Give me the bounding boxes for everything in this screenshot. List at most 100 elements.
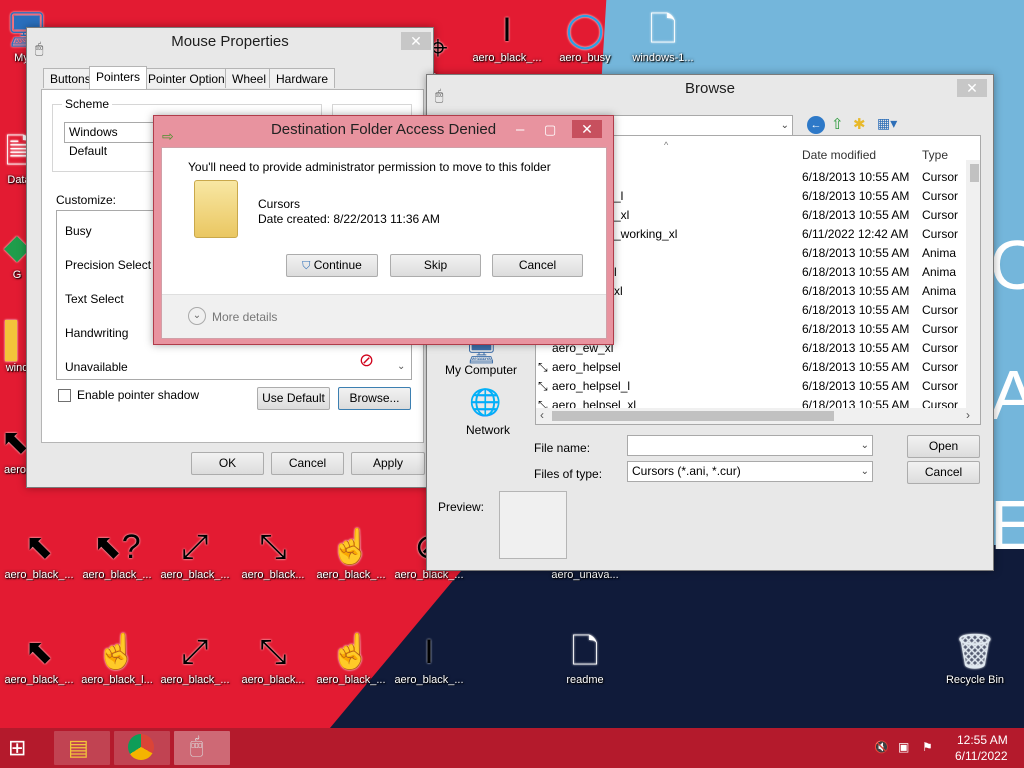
- taskbar-chrome[interactable]: [114, 731, 170, 765]
- customize-label: Customize:: [56, 193, 117, 207]
- desktop-icon-aero-person[interactable]: ☝ aero_black_...: [312, 525, 390, 581]
- chevron-down-icon: ⌄: [860, 440, 869, 451]
- scroll-right-icon[interactable]: ›: [966, 408, 970, 422]
- scroll-left-icon[interactable]: ‹: [540, 408, 544, 422]
- desktop-icon-aero-arrow-l[interactable]: ⬉ aero_black_...: [0, 630, 78, 686]
- chevron-down-icon[interactable]: ⌄: [188, 307, 206, 325]
- start-button[interactable]: ⊞: [8, 736, 26, 760]
- window-title: Browse: [684, 80, 736, 97]
- arrow-cursor-icon: ⬉: [24, 528, 54, 566]
- mouse-properties-titlebar[interactable]: 🖱 Mouse Properties ✕: [27, 28, 433, 56]
- desktop-icon-windows[interactable]: 🗋 windows-1...: [624, 8, 702, 64]
- desktop-icon-aero-busy[interactable]: ◯ aero_busy: [546, 8, 624, 64]
- file-row[interactable]: ⤡ aero_helpsel 6/18/2013 10:55 AM Cursor: [536, 358, 958, 377]
- cancel-button[interactable]: Cancel: [492, 254, 583, 277]
- desktop-icon-readme[interactable]: 🗋 readme: [546, 630, 624, 686]
- scheme-select[interactable]: Windows Default: [64, 122, 154, 158]
- sort-arrow-icon: ^: [664, 140, 669, 150]
- desktop-icon-aero-help[interactable]: ⬉? aero_black_...: [78, 525, 156, 581]
- list-item[interactable]: Busy: [65, 224, 92, 238]
- horizontal-scrollbar[interactable]: ‹ ›: [536, 408, 980, 424]
- desktop-icon-aero-beam[interactable]: I aero_black_...: [468, 8, 546, 64]
- pointer-shadow-checkbox[interactable]: [58, 389, 71, 402]
- close-icon[interactable]: ✕: [957, 79, 987, 97]
- scroll-thumb[interactable]: [970, 164, 979, 182]
- file-name-input[interactable]: ⌄: [627, 435, 873, 456]
- column-date-modified[interactable]: Date modified: [802, 148, 876, 162]
- tab-pointer-options[interactable]: Pointer Options: [141, 68, 238, 88]
- desktop-icon-aero-nwse[interactable]: ⤡ aero_black...: [234, 525, 312, 581]
- cursor-file-icon: ⤡: [538, 379, 548, 393]
- chrome-icon: [128, 734, 154, 760]
- places-my-computer[interactable]: My Computer: [445, 363, 517, 377]
- tab-hardware[interactable]: Hardware: [269, 68, 336, 88]
- volume-muted-icon[interactable]: 🔇: [874, 740, 889, 754]
- list-item[interactable]: Handwriting: [65, 326, 128, 340]
- skip-button[interactable]: Skip: [390, 254, 481, 277]
- files-of-type-label: Files of type:: [534, 467, 603, 481]
- more-details-link[interactable]: More details: [212, 310, 277, 324]
- folder-name: Cursors: [258, 197, 301, 211]
- desktop-icon-aero-beam-l[interactable]: I aero_black_...: [390, 630, 468, 686]
- pointer-shadow-label: Enable pointer shadow: [77, 388, 200, 402]
- close-icon[interactable]: ✕: [401, 32, 431, 50]
- apply-button[interactable]: Apply: [351, 452, 425, 475]
- cancel-button[interactable]: Cancel: [271, 452, 344, 475]
- desktop-icon-aero-pin[interactable]: ☝ aero_black_...: [312, 630, 390, 686]
- view-menu-icon[interactable]: ▦▾: [877, 115, 897, 132]
- chevron-down-icon: ⌄: [860, 466, 869, 477]
- mouse-icon: 🖱: [35, 40, 44, 56]
- file-row[interactable]: ⤡ aero_helpsel_l 6/18/2013 10:55 AM Cursor: [536, 377, 958, 396]
- desktop-icon-recycle-bin[interactable]: 🗑 Recycle Bin: [936, 630, 1014, 686]
- look-in-select[interactable]: ⌄: [613, 115, 793, 136]
- mouse-icon: 🖱: [435, 87, 444, 103]
- taskbar-mouse-properties[interactable]: 🖱: [174, 731, 230, 765]
- document-icon: 🗋: [571, 633, 599, 671]
- text-cursor-icon: I: [424, 633, 434, 671]
- action-center-icon[interactable]: ⚑: [922, 740, 933, 754]
- clock-time[interactable]: 12:55 AM: [957, 733, 1008, 747]
- hand-cursor-icon: ☝: [329, 528, 373, 566]
- unavailable-cursor-icon: ⊘: [359, 350, 375, 370]
- browse-button[interactable]: Browse...: [338, 387, 411, 410]
- desktop-icon-aero-link[interactable]: ☝ aero_black_l...: [78, 630, 156, 686]
- browse-titlebar[interactable]: 🖱 Browse ✕: [427, 75, 993, 103]
- cancel-button[interactable]: Cancel: [907, 461, 980, 484]
- back-icon[interactable]: ←: [807, 116, 825, 134]
- list-item[interactable]: Precision Select: [65, 258, 151, 272]
- close-icon[interactable]: ✕: [572, 120, 602, 138]
- ok-button[interactable]: OK: [191, 452, 264, 475]
- maximize-icon[interactable]: ▢: [544, 116, 556, 144]
- column-type[interactable]: Type: [922, 148, 948, 162]
- list-item[interactable]: Unavailable: [65, 360, 128, 374]
- desktop-icon-aero-nesw[interactable]: ⤢ aero_black_...: [156, 525, 234, 581]
- new-folder-icon[interactable]: ✱: [853, 115, 866, 133]
- scroll-down-icon[interactable]: ⌄: [397, 361, 405, 372]
- access-denied-dialog: ⇨ Destination Folder Access Denied – ▢ ✕…: [153, 115, 614, 345]
- desktop-icon-aero-nesw-l[interactable]: ⤢ aero_black_...: [156, 630, 234, 686]
- places-network[interactable]: Network: [466, 423, 510, 437]
- network-icon[interactable]: ▣: [898, 740, 909, 754]
- taskbar-file-explorer[interactable]: ▤: [54, 731, 110, 765]
- up-folder-icon[interactable]: ⇧: [831, 115, 844, 133]
- files-of-type-select[interactable]: Cursors (*.ani, *.cur) ⌄: [627, 461, 873, 482]
- desktop-icon-aero-nwse-l[interactable]: ⤡ aero_black...: [234, 630, 312, 686]
- preview-box: [499, 491, 567, 559]
- dialog-body: You'll need to provide administrator per…: [161, 147, 607, 339]
- dialog-titlebar[interactable]: ⇨ Destination Folder Access Denied – ▢ ✕: [154, 116, 613, 144]
- use-default-button[interactable]: Use Default: [257, 387, 330, 410]
- network-icon: 🌐: [469, 387, 502, 417]
- tab-pointers[interactable]: Pointers: [89, 66, 148, 89]
- scroll-thumb[interactable]: [552, 411, 834, 421]
- open-button[interactable]: Open: [907, 435, 980, 458]
- dialog-title: Destination Folder Access Denied: [270, 121, 497, 138]
- vertical-scrollbar[interactable]: [966, 160, 980, 408]
- continue-button[interactable]: ⛉ Continue: [286, 254, 378, 277]
- minimize-icon[interactable]: –: [516, 116, 524, 144]
- tab-wheel[interactable]: Wheel: [225, 68, 274, 88]
- list-item[interactable]: Text Select: [65, 292, 124, 306]
- dialog-message: You'll need to provide administrator per…: [188, 160, 551, 174]
- clock-date[interactable]: 6/11/2022: [955, 749, 1008, 763]
- mouse-properties-tabs: Buttons Pointers Pointer Options Wheel H…: [41, 66, 421, 90]
- desktop-icon-aero-arrow[interactable]: ⬉ aero_black_...: [0, 525, 78, 581]
